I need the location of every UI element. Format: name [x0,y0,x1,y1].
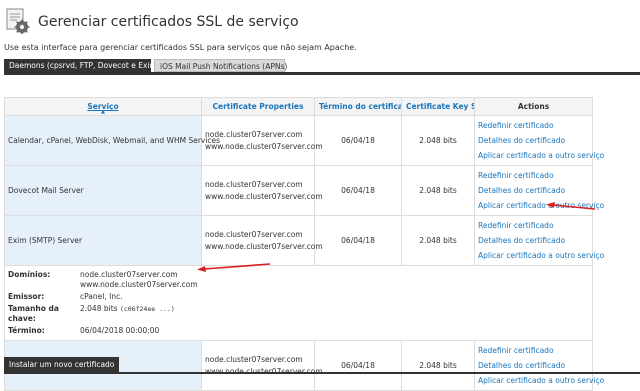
details-domains: node.cluster07server.com www.node.cluste… [80,270,589,290]
divider [4,372,640,374]
actions-cell: Redefinir certificado Detalhes do certif… [474,340,604,391]
service-name: Calendar, cPanel, WebDisk, Webmail, and … [4,115,220,166]
expiry-date: 06/04/18 [314,215,402,266]
certificate-details-panel: Domínios: node.cluster07server.com www.n… [4,265,593,341]
page-header: Gerenciar certificados SSL de serviço [6,8,626,38]
domain-item: node.cluster07server.com [205,129,303,139]
details-domains-label: Domínios: [8,270,51,279]
details-expiry-label: Término: [8,326,45,335]
column-header-properties[interactable]: Certificate Properties [201,97,315,116]
reset-certificate-link[interactable]: Redefinir certificado [478,168,589,183]
annotation-arrow-icon [197,263,271,272]
certificate-details-link[interactable]: Detalhes do certificado [478,183,589,198]
page-description: Use esta interface para gerenciar certif… [4,43,357,52]
certificate-properties: node.cluster07server.com www.node.cluste… [201,115,323,166]
domain-item: node.cluster07server.com [205,179,303,189]
tab-apns[interactable]: iOS Mail Push Notifications (APNs) [154,59,287,72]
column-header-service[interactable]: Serviço ▲ [4,97,202,116]
column-header-key-size[interactable]: Certificate Key Size [401,97,475,116]
reset-certificate-link[interactable]: Redefinir certificado [478,118,589,133]
details-key-size-value: 2.048 bits [80,304,118,313]
tab-daemons[interactable]: Daemons (cpsrvd, FTP, Dovecot e Exim) [4,59,160,72]
reset-certificate-link[interactable]: Redefinir certificado [478,343,589,358]
table-row: Dovecot Mail Server node.cluster07server… [4,165,604,216]
annotation-arrow-icon [546,202,596,210]
install-new-certificate-button[interactable]: Instalar um novo certificado [4,357,120,372]
sort-ascending-icon: ▲ [101,109,105,115]
expiry-date: 06/04/18 [314,340,402,391]
column-header-expiry[interactable]: Término do certificado [314,97,402,116]
expiry-date: 06/04/18 [314,115,402,166]
details-issuer-label: Emissor: [8,292,45,301]
details-key-size-label: Tamanho da chave: [8,304,59,323]
service-certificates-table: Serviço ▲ Certificate Properties Término… [4,97,604,391]
certificate-details-link[interactable]: Detalhes do certificado [478,233,589,248]
table-row: Calendar, cPanel, WebDisk, Webmail, and … [4,115,604,166]
actions-cell: Redefinir certificado Detalhes do certif… [474,115,604,166]
details-issuer: cPanel, Inc. [80,292,123,301]
certificate-details-link[interactable]: Detalhes do certificado [478,358,589,373]
column-header-actions: Actions [474,97,593,116]
expiry-date: 06/04/18 [314,165,402,216]
actions-cell: Redefinir certificado Detalhes do certif… [474,215,604,266]
details-domain-item: www.node.cluster07server.com [80,280,198,289]
apply-certificate-link[interactable]: Aplicar certificado a outro serviço [478,248,604,263]
key-size: 2.048 bits [401,215,475,266]
details-key-size: 2.048 bits (c06f24ee ...) [80,304,589,324]
key-size: 2.048 bits [401,115,475,166]
key-size: 2.048 bits [401,340,475,391]
domain-item: www.node.cluster07server.com [205,241,323,251]
domain-item: www.node.cluster07server.com [205,191,323,201]
domain-item: www.node.cluster07server.com [205,141,323,151]
table-header-row: Serviço ▲ Certificate Properties Término… [4,97,593,116]
details-expiry: 06/04/2018 00:00:00 [80,326,160,335]
apply-certificate-link[interactable]: Aplicar certificado a outro serviço [478,373,604,388]
ssl-certificate-gear-icon [6,8,30,34]
tab-bar: Daemons (cpsrvd, FTP, Dovecot e Exim) iO… [4,59,640,75]
table-row: Exim (SMTP) Server node.cluster07server.… [4,215,604,266]
page-title: Gerenciar certificados SSL de serviço [38,14,299,30]
certificate-details-row: Domínios: node.cluster07server.com www.n… [4,265,593,341]
key-size: 2.048 bits [401,165,475,216]
details-key-id: (c06f24ee ...) [119,305,175,313]
reset-certificate-link[interactable]: Redefinir certificado [478,218,589,233]
certificate-properties: node.cluster07server.com www.node.cluste… [201,165,323,216]
certificate-details-link[interactable]: Detalhes do certificado [478,133,589,148]
details-domain-item: node.cluster07server.com [80,270,178,279]
service-name: Dovecot Mail Server [4,165,202,216]
service-name: Exim (SMTP) Server [4,215,202,266]
apply-certificate-link[interactable]: Aplicar certificado a outro serviço [478,148,604,163]
certificate-properties: node.cluster07server.com www.node.cluste… [201,215,323,266]
domain-item: node.cluster07server.com [205,354,303,364]
certificate-properties: node.cluster07server.com www.node.cluste… [201,340,323,391]
domain-item: node.cluster07server.com [205,229,303,239]
